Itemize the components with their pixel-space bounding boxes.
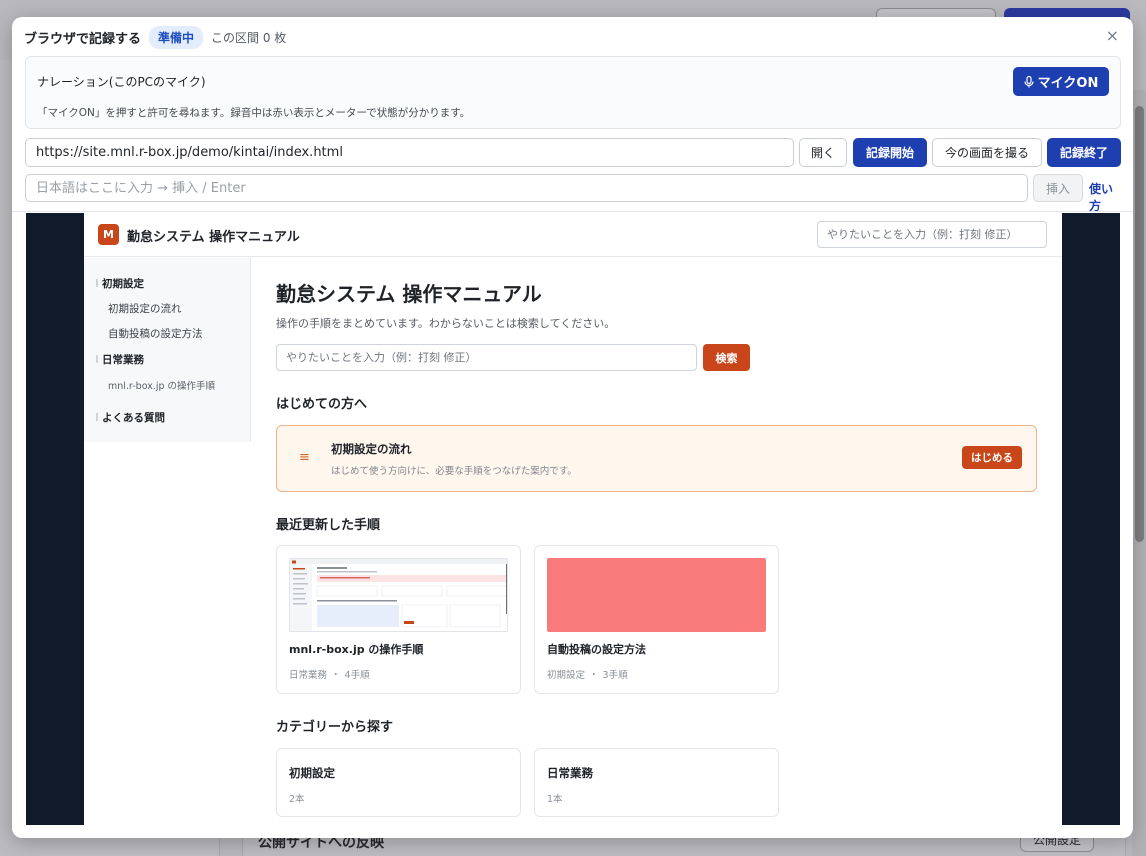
close-icon[interactable]: × (1106, 28, 1119, 44)
capture-screen-button[interactable]: 今の画面を撮る (932, 138, 1042, 167)
narration-panel: ナレーション(このPCのマイク) 「マイクON」を押すと許可を尋ねます。録音中は… (25, 56, 1121, 129)
help-link[interactable]: 使い方 (1089, 180, 1121, 214)
recent-heading: 最近更新した手順 (276, 518, 381, 533)
start-guide-button[interactable]: はじめる (962, 446, 1022, 469)
start-guide-title: 初期設定の流れ (331, 442, 412, 456)
search-button[interactable]: 検索 (703, 344, 750, 371)
narration-title: ナレーション(このPCのマイク) (37, 75, 206, 89)
list-icon: ≡ (299, 450, 310, 465)
screenshot-thumbnail-image (290, 559, 507, 631)
recent-card-title: 自動投稿の設定方法 (547, 643, 646, 656)
category-card[interactable]: 日常業務 1本 (534, 748, 779, 817)
capture-count: この区間 0 枚 (211, 30, 287, 45)
mic-on-button[interactable]: マイクON (1013, 67, 1109, 96)
recorder-modal: ブラウザで記録する 準備中 この区間 0 枚 × ナレーション(このPCのマイク… (12, 17, 1133, 838)
meta-separator: ・ (589, 670, 599, 681)
intro-heading: はじめての方へ (276, 397, 368, 412)
status-badge: 準備中 (149, 25, 204, 49)
site-logo[interactable]: M (98, 224, 119, 245)
preview-page: M 勤怠システム 操作マニュアル 初期設定 初期設定の流れ 自動投稿の設定方法 … (84, 213, 1062, 825)
url-input[interactable] (25, 138, 794, 167)
category-heading: カテゴリーから探す (276, 720, 394, 735)
insert-button[interactable]: 挿入 (1033, 174, 1083, 202)
header-search-input[interactable] (817, 221, 1047, 248)
sidebar-item-procedure[interactable]: mnl.r-box.jp の操作手順 (108, 378, 215, 392)
recent-card-title: mnl.r-box.jp の操作手順 (289, 643, 424, 656)
start-recording-button[interactable]: 記録開始 (853, 138, 927, 167)
open-button[interactable]: 開く (799, 138, 847, 167)
site-header: M 勤怠システム 操作マニュアル (84, 213, 1062, 257)
japanese-text-input[interactable] (25, 174, 1028, 202)
recent-card-steps: 4手順 (344, 670, 370, 681)
sidebar-group-initial-setup[interactable]: 初期設定 (96, 276, 144, 291)
category-card-title: 日常業務 (547, 766, 593, 780)
color-thumbnail (547, 558, 766, 632)
category-card-title: 初期設定 (289, 766, 335, 780)
narration-hint: 「マイクON」を押すと許可を尋ねます。録音中は赤い表示とメーターで状態が分かりま… (37, 107, 471, 119)
sidebar-group-daily-work[interactable]: 日常業務 (96, 352, 144, 367)
sidebar-item-auto-post[interactable]: 自動投稿の設定方法 (108, 326, 203, 341)
recent-card-category: 初期設定 (547, 670, 586, 681)
recent-card-meta: 初期設定・ 3手順 (547, 667, 628, 681)
recent-card-steps: 3手順 (602, 670, 628, 681)
mic-on-label: マイクON (1037, 76, 1099, 91)
category-card[interactable]: 初期設定 2本 (276, 748, 521, 817)
microphone-icon (1024, 75, 1034, 87)
recent-card-meta: 日常業務・ 4手順 (289, 667, 370, 681)
japanese-input-row: 挿入 使い方 (25, 174, 1121, 213)
recorder-title: ブラウザで記録する (24, 31, 142, 47)
end-recording-button[interactable]: 記録終了 (1047, 138, 1121, 167)
recent-card[interactable]: 自動投稿の設定方法 初期設定・ 3手順 (534, 545, 779, 694)
start-guide-desc: はじめて使う方向けに、必要な手順をつなげた案内です。 (331, 466, 577, 477)
divider (12, 211, 1133, 212)
sidebar-group-faq[interactable]: よくある質問 (96, 410, 165, 425)
sidebar-item-setup-flow[interactable]: 初期設定の流れ (108, 301, 182, 316)
meta-separator: ・ (331, 670, 341, 681)
browser-preview[interactable]: M 勤怠システム 操作マニュアル 初期設定 初期設定の流れ 自動投稿の設定方法 … (26, 213, 1120, 825)
recent-card[interactable]: mnl.r-box.jp の操作手順 日常業務・ 4手順 (276, 545, 521, 694)
recent-card-category: 日常業務 (289, 670, 328, 681)
background-scrollbar-thumb (1135, 106, 1144, 542)
recorder-header: ブラウザで記録する 準備中 この区間 0 枚 (12, 17, 1133, 57)
category-card-count: 2本 (289, 794, 305, 805)
site-brand[interactable]: 勤怠システム 操作マニュアル (127, 226, 300, 245)
category-card-count: 1本 (547, 794, 563, 805)
main-search-input[interactable] (276, 344, 697, 371)
url-row: 開く 記録開始 今の画面を撮る 記録終了 (25, 138, 1121, 167)
page-lead: 操作の手順をまとめています。わからないことは検索してください。 (276, 317, 616, 330)
start-guide-card[interactable]: ≡ 初期設定の流れ はじめて使う方向けに、必要な手順をつなげた案内です。 はじめ… (276, 425, 1037, 492)
page-title: 勤怠システム 操作マニュアル (276, 282, 542, 306)
site-sidebar: 初期設定 初期設定の流れ 自動投稿の設定方法 日常業務 mnl.r-box.jp… (84, 258, 251, 442)
screenshot-thumbnail (289, 558, 508, 632)
